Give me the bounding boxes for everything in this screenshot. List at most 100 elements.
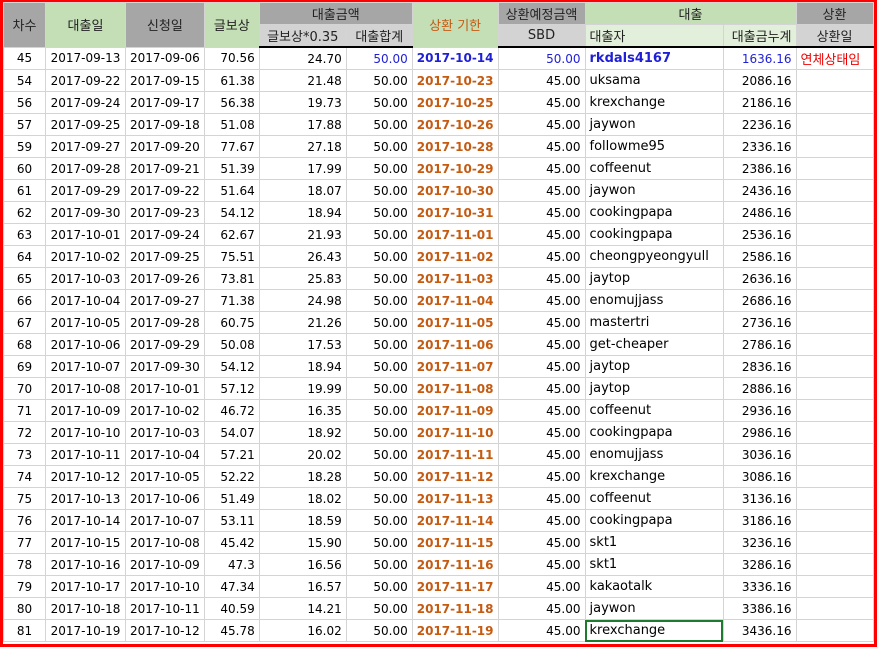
cell-borrower[interactable]: rkdals4167	[584, 46, 724, 70]
cell-borrower[interactable]: skt1	[584, 531, 724, 554]
cell-repay-status[interactable]	[795, 201, 874, 224]
cell-post-reward[interactable]: 70.56	[203, 46, 260, 70]
cell-post-reward[interactable]: 51.39	[203, 157, 260, 180]
cell-round[interactable]: 62	[3, 201, 46, 224]
header-loan[interactable]: 대출	[584, 2, 797, 25]
cell-reward-035[interactable]: 19.99	[258, 377, 347, 400]
cell-borrower[interactable]: mastertri	[584, 311, 724, 334]
cell-repay-status[interactable]	[795, 245, 874, 268]
cell-post-reward[interactable]: 60.75	[203, 311, 260, 334]
cell-post-reward[interactable]: 47.34	[203, 575, 260, 598]
cell-sbd-amount[interactable]: 45.00	[497, 421, 586, 444]
cell-repay-status[interactable]	[795, 421, 874, 444]
cell-cumulative[interactable]: 3436.16	[722, 619, 797, 642]
cell-due-date[interactable]: 2017-11-19	[411, 619, 499, 642]
cell-round[interactable]: 78	[3, 553, 46, 576]
cell-round[interactable]: 73	[3, 443, 46, 466]
cell-sbd-amount[interactable]: 45.00	[497, 509, 586, 532]
cell-loan-date[interactable]: 2017-10-05	[45, 311, 126, 334]
cell-round[interactable]: 64	[3, 245, 46, 268]
cell-borrower[interactable]: krexchange	[584, 465, 724, 488]
cell-loan-total[interactable]: 50.00	[345, 135, 413, 158]
cell-due-date[interactable]: 2017-10-29	[411, 157, 499, 180]
cell-round[interactable]: 68	[3, 333, 46, 356]
cell-apply-date[interactable]: 2017-10-12	[125, 619, 205, 642]
cell-reward-035[interactable]: 18.28	[258, 465, 347, 488]
cell-loan-date[interactable]: 2017-10-03	[45, 267, 126, 290]
cell-post-reward[interactable]: 47.3	[203, 553, 260, 576]
cell-post-reward[interactable]: 77.67	[203, 135, 260, 158]
cell-round[interactable]: 80	[3, 597, 46, 620]
cell-apply-date[interactable]: 2017-09-25	[125, 245, 205, 268]
cell-apply-date[interactable]: 2017-09-17	[125, 91, 205, 114]
cell-apply-date[interactable]: 2017-09-24	[125, 223, 205, 246]
cell-sbd-amount[interactable]: 45.00	[497, 443, 586, 466]
cell-loan-date[interactable]: 2017-10-18	[45, 597, 126, 620]
cell-loan-date[interactable]: 2017-10-13	[45, 487, 126, 510]
header-cumulative[interactable]: 대출금누계	[722, 24, 797, 48]
cell-due-date[interactable]: 2017-11-03	[411, 267, 499, 290]
cell-due-date[interactable]: 2017-11-15	[411, 531, 499, 554]
cell-due-date[interactable]: 2017-11-17	[411, 575, 499, 598]
cell-cumulative[interactable]: 3136.16	[722, 487, 797, 510]
header-sbd[interactable]: SBD	[497, 24, 586, 48]
cell-loan-total[interactable]: 50.00	[345, 91, 413, 114]
cell-apply-date[interactable]: 2017-09-20	[125, 135, 205, 158]
cell-sbd-amount[interactable]: 45.00	[497, 333, 586, 356]
cell-apply-date[interactable]: 2017-09-22	[125, 179, 205, 202]
cell-round[interactable]: 60	[3, 157, 46, 180]
cell-repay-status[interactable]	[795, 443, 874, 466]
cell-reward-035[interactable]: 26.43	[258, 245, 347, 268]
cell-repay-status[interactable]	[795, 69, 874, 92]
cell-cumulative[interactable]: 2686.16	[722, 289, 797, 312]
cell-sbd-amount[interactable]: 45.00	[497, 465, 586, 488]
cell-due-date[interactable]: 2017-11-06	[411, 333, 499, 356]
cell-post-reward[interactable]: 45.42	[203, 531, 260, 554]
header-round[interactable]: 차수	[3, 2, 46, 48]
cell-post-reward[interactable]: 71.38	[203, 289, 260, 312]
cell-post-reward[interactable]: 52.22	[203, 465, 260, 488]
cell-repay-status[interactable]	[795, 333, 874, 356]
header-repay[interactable]: 상환	[795, 2, 874, 25]
cell-due-date[interactable]: 2017-11-13	[411, 487, 499, 510]
cell-sbd-amount[interactable]: 45.00	[497, 223, 586, 246]
cell-apply-date[interactable]: 2017-10-01	[125, 377, 205, 400]
cell-loan-date[interactable]: 2017-10-19	[45, 619, 126, 642]
header-loan-total[interactable]: 대출합계	[345, 24, 413, 48]
cell-round[interactable]: 81	[3, 619, 46, 642]
cell-borrower[interactable]: jaytop	[584, 267, 724, 290]
cell-due-date[interactable]: 2017-11-04	[411, 289, 499, 312]
cell-loan-total[interactable]: 50.00	[345, 377, 413, 400]
cell-reward-035[interactable]: 16.02	[258, 619, 347, 642]
cell-repay-status[interactable]	[795, 377, 874, 400]
cell-round[interactable]: 79	[3, 575, 46, 598]
cell-due-date[interactable]: 2017-11-16	[411, 553, 499, 576]
cell-round[interactable]: 61	[3, 179, 46, 202]
cell-sbd-amount[interactable]: 45.00	[497, 201, 586, 224]
cell-due-date[interactable]: 2017-11-11	[411, 443, 499, 466]
cell-borrower[interactable]: skt1	[584, 553, 724, 576]
cell-apply-date[interactable]: 2017-09-28	[125, 311, 205, 334]
cell-loan-date[interactable]: 2017-10-08	[45, 377, 126, 400]
cell-due-date[interactable]: 2017-10-25	[411, 91, 499, 114]
header-post-reward[interactable]: 글보상	[203, 2, 260, 48]
cell-sbd-amount[interactable]: 45.00	[497, 355, 586, 378]
cell-sbd-amount[interactable]: 45.00	[497, 289, 586, 312]
cell-loan-date[interactable]: 2017-10-09	[45, 399, 126, 422]
cell-cumulative[interactable]: 2236.16	[722, 113, 797, 136]
cell-repay-status[interactable]	[795, 135, 874, 158]
cell-loan-total[interactable]: 50.00	[345, 355, 413, 378]
cell-reward-035[interactable]: 24.98	[258, 289, 347, 312]
cell-cumulative[interactable]: 1636.16	[722, 46, 797, 70]
cell-loan-total[interactable]: 50.00	[345, 619, 413, 642]
cell-cumulative[interactable]: 2086.16	[722, 69, 797, 92]
cell-round[interactable]: 63	[3, 223, 46, 246]
cell-reward-035[interactable]: 16.35	[258, 399, 347, 422]
cell-sbd-amount[interactable]: 45.00	[497, 531, 586, 554]
cell-due-date[interactable]: 2017-11-10	[411, 421, 499, 444]
header-due[interactable]: 상환 기한	[411, 2, 499, 48]
cell-due-date[interactable]: 2017-10-28	[411, 135, 499, 158]
cell-post-reward[interactable]: 61.38	[203, 69, 260, 92]
cell-loan-date[interactable]: 2017-09-29	[45, 179, 126, 202]
cell-sbd-amount[interactable]: 45.00	[497, 69, 586, 92]
